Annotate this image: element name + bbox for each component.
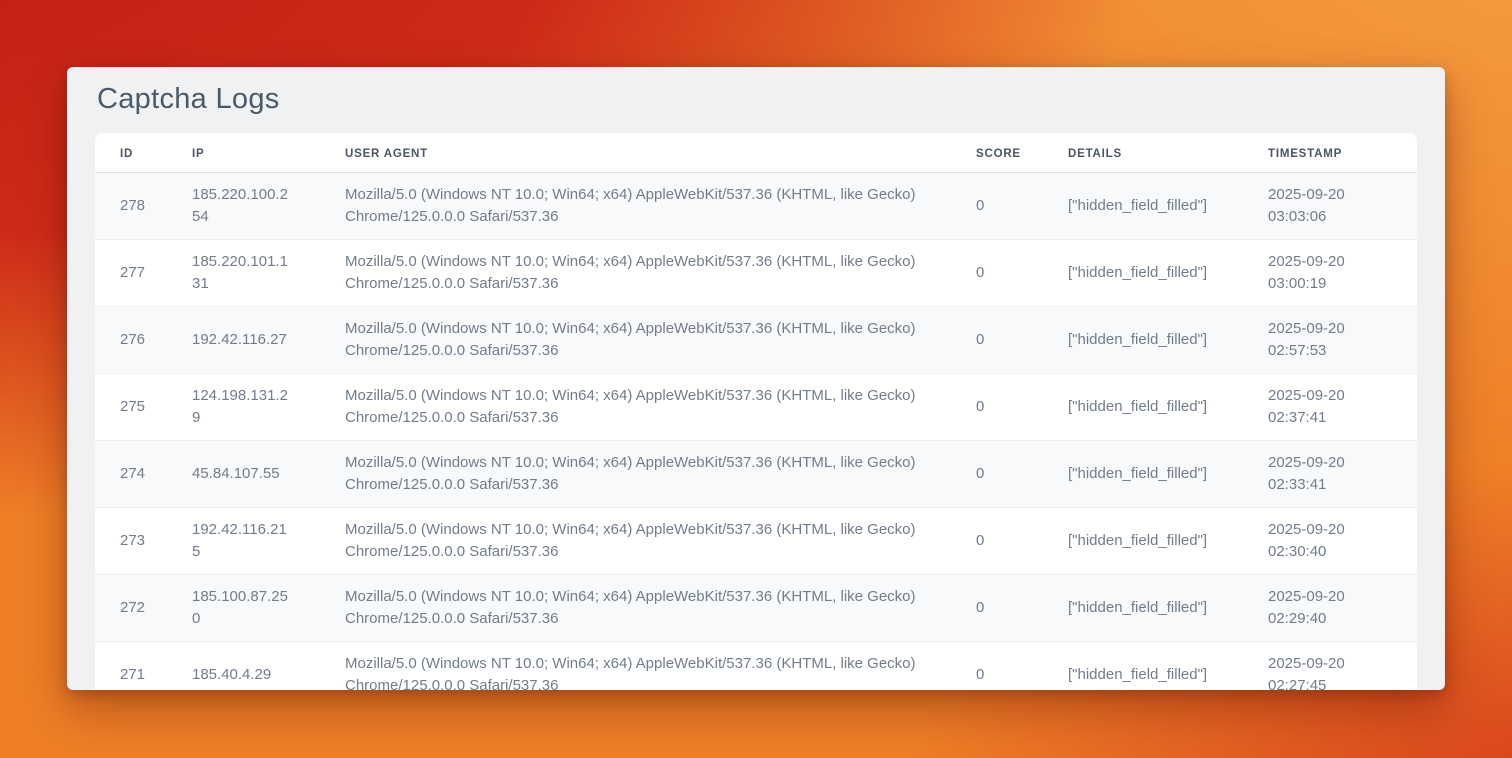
column-header-ip: IP	[167, 133, 320, 173]
cell-timestamp: 2025-09-20 02:37:41	[1243, 374, 1417, 441]
cell-user-agent: Mozilla/5.0 (Windows NT 10.0; Win64; x64…	[320, 307, 951, 374]
cell-id: 274	[95, 441, 167, 508]
cell-details: ["hidden_field_filled"]	[1043, 642, 1243, 691]
cell-score: 0	[951, 441, 1043, 508]
cell-details: ["hidden_field_filled"]	[1043, 441, 1243, 508]
cell-timestamp: 2025-09-20 02:27:45	[1243, 642, 1417, 691]
cell-ip: 192.42.116.215	[167, 508, 320, 575]
cell-timestamp: 2025-09-20 02:57:53	[1243, 307, 1417, 374]
column-header-score: SCORE	[951, 133, 1043, 173]
cell-id: 278	[95, 173, 167, 240]
cell-details: ["hidden_field_filled"]	[1043, 374, 1243, 441]
cell-timestamp: 2025-09-20 02:30:40	[1243, 508, 1417, 575]
table-row: 273 192.42.116.215 Mozilla/5.0 (Windows …	[95, 508, 1417, 575]
captcha-logs-table: ID IP USER AGENT SCORE DETAILS TIMESTAMP…	[95, 133, 1417, 690]
table-row: 278 185.220.100.254 Mozilla/5.0 (Windows…	[95, 173, 1417, 240]
cell-score: 0	[951, 374, 1043, 441]
cell-timestamp: 2025-09-20 02:29:40	[1243, 575, 1417, 642]
cell-details: ["hidden_field_filled"]	[1043, 575, 1243, 642]
table-header-row: ID IP USER AGENT SCORE DETAILS TIMESTAMP	[95, 133, 1417, 173]
cell-ip: 185.40.4.29	[167, 642, 320, 691]
cell-ip: 185.220.101.131	[167, 240, 320, 307]
cell-id: 271	[95, 642, 167, 691]
cell-score: 0	[951, 642, 1043, 691]
cell-id: 277	[95, 240, 167, 307]
cell-user-agent: Mozilla/5.0 (Windows NT 10.0; Win64; x64…	[320, 374, 951, 441]
cell-user-agent: Mozilla/5.0 (Windows NT 10.0; Win64; x64…	[320, 575, 951, 642]
cell-user-agent: Mozilla/5.0 (Windows NT 10.0; Win64; x64…	[320, 508, 951, 575]
cell-score: 0	[951, 307, 1043, 374]
cell-timestamp: 2025-09-20 03:00:19	[1243, 240, 1417, 307]
cell-user-agent: Mozilla/5.0 (Windows NT 10.0; Win64; x64…	[320, 642, 951, 691]
table-row: 277 185.220.101.131 Mozilla/5.0 (Windows…	[95, 240, 1417, 307]
cell-id: 273	[95, 508, 167, 575]
table-header: ID IP USER AGENT SCORE DETAILS TIMESTAMP	[95, 133, 1417, 173]
cell-score: 0	[951, 173, 1043, 240]
cell-ip: 192.42.116.27	[167, 307, 320, 374]
cell-details: ["hidden_field_filled"]	[1043, 173, 1243, 240]
column-header-user-agent: USER AGENT	[320, 133, 951, 173]
cell-id: 275	[95, 374, 167, 441]
cell-id: 276	[95, 307, 167, 374]
cell-details: ["hidden_field_filled"]	[1043, 508, 1243, 575]
cell-ip: 124.198.131.29	[167, 374, 320, 441]
table-row: 271 185.40.4.29 Mozilla/5.0 (Windows NT …	[95, 642, 1417, 691]
column-header-id: ID	[95, 133, 167, 173]
table-row: 276 192.42.116.27 Mozilla/5.0 (Windows N…	[95, 307, 1417, 374]
cell-score: 0	[951, 575, 1043, 642]
cell-id: 272	[95, 575, 167, 642]
table-row: 274 45.84.107.55 Mozilla/5.0 (Windows NT…	[95, 441, 1417, 508]
cell-details: ["hidden_field_filled"]	[1043, 307, 1243, 374]
column-header-timestamp: TIMESTAMP	[1243, 133, 1417, 173]
cell-ip: 185.100.87.250	[167, 575, 320, 642]
cell-timestamp: 2025-09-20 03:03:06	[1243, 173, 1417, 240]
column-header-details: DETAILS	[1043, 133, 1243, 173]
cell-details: ["hidden_field_filled"]	[1043, 240, 1243, 307]
cell-user-agent: Mozilla/5.0 (Windows NT 10.0; Win64; x64…	[320, 173, 951, 240]
cell-user-agent: Mozilla/5.0 (Windows NT 10.0; Win64; x64…	[320, 441, 951, 508]
table-row: 272 185.100.87.250 Mozilla/5.0 (Windows …	[95, 575, 1417, 642]
cell-score: 0	[951, 240, 1043, 307]
captcha-logs-card: Captcha Logs ID IP USER AGENT SCORE DETA…	[67, 67, 1445, 690]
logs-table-container: ID IP USER AGENT SCORE DETAILS TIMESTAMP…	[95, 133, 1417, 690]
cell-timestamp: 2025-09-20 02:33:41	[1243, 441, 1417, 508]
cell-score: 0	[951, 508, 1043, 575]
table-row: 275 124.198.131.29 Mozilla/5.0 (Windows …	[95, 374, 1417, 441]
cell-ip: 185.220.100.254	[167, 173, 320, 240]
cell-ip: 45.84.107.55	[167, 441, 320, 508]
cell-user-agent: Mozilla/5.0 (Windows NT 10.0; Win64; x64…	[320, 240, 951, 307]
page-title: Captcha Logs	[97, 83, 1417, 116]
table-body: 278 185.220.100.254 Mozilla/5.0 (Windows…	[95, 173, 1417, 691]
